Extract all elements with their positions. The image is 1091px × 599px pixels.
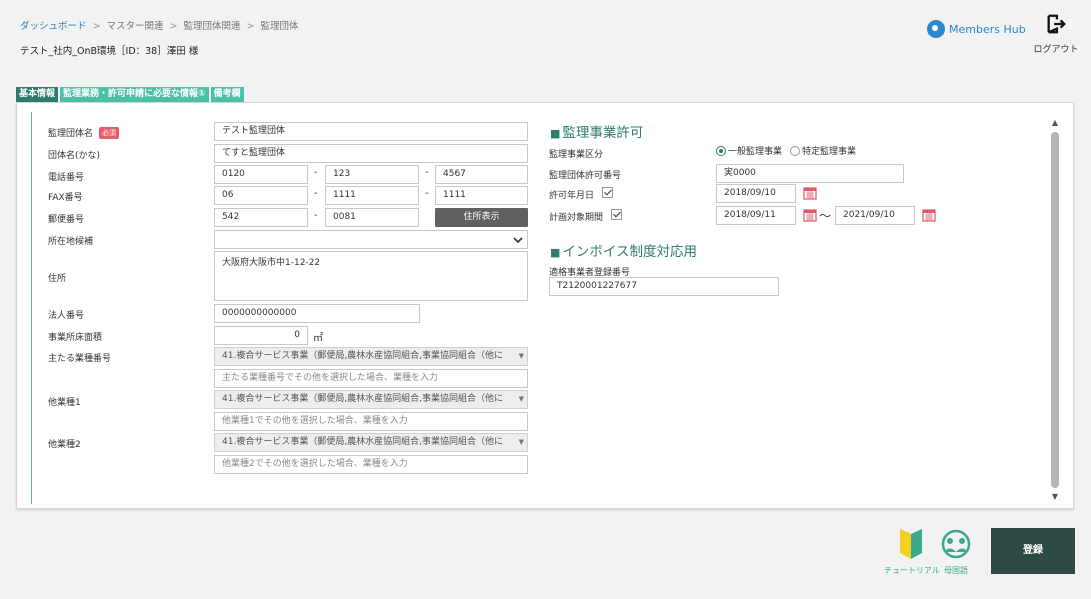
other-industry-1-value: 41.複合サービス事業（郵便局,農林水産協同組合,事業協同組合（他に xyxy=(222,394,504,404)
beginner-mark-icon xyxy=(900,529,922,559)
permit-date-input[interactable]: 2018/09/10 xyxy=(716,184,796,203)
org-name-input[interactable]: テスト監理団体 xyxy=(214,122,528,141)
phone-dash-2: - xyxy=(425,167,429,178)
fax-label: FAX番号 xyxy=(48,193,83,203)
other-industry-1-other-input[interactable]: 他業種1でその他を選択した場合、業種を入力 xyxy=(214,412,528,431)
calendar-icon[interactable] xyxy=(803,186,817,200)
scroll-down-arrow-icon[interactable]: ▼ xyxy=(1050,492,1060,502)
tutorial-label: チュートリアル xyxy=(884,566,940,575)
globe-people-icon xyxy=(941,529,971,559)
org-kana-input[interactable]: てすと監理団体 xyxy=(214,144,528,163)
calendar-icon[interactable] xyxy=(922,208,936,222)
breadcrumb-current: 監理団体 xyxy=(260,21,299,32)
form-panel: 監理団体名 必須 テスト監理団体 団体名(かな) てすと監理団体 電話番号 012… xyxy=(16,102,1074,509)
address-lookup-button[interactable]: 住所表示 xyxy=(435,208,528,227)
other-industry-2-value: 41.複合サービス事業（郵便局,農林水産協同組合,事業協同組合（他に xyxy=(222,437,504,447)
user-info: テスト_社内_OnB環境［ID：38］澤田 様 xyxy=(20,46,199,57)
org-name-label: 監理団体名 必須 xyxy=(48,126,120,139)
invoice-section-title: ■ インボイス制度対応用 xyxy=(550,244,698,260)
brand-logo: Members Hub xyxy=(927,20,1026,38)
required-badge: 必須 xyxy=(99,127,120,139)
caret-down-icon: ▼ xyxy=(518,438,524,446)
postal-input-1[interactable]: 542 xyxy=(214,208,308,227)
permit-date-checkbox[interactable] xyxy=(602,187,613,198)
plan-end-input[interactable]: 2021/09/10 xyxy=(835,206,915,225)
postal-label: 郵便番号 xyxy=(48,215,85,225)
corp-number-label: 法人番号 xyxy=(48,311,85,321)
breadcrumb: ダッシュボード > マスター関連 > 監理団体関連 > 監理団体 xyxy=(20,21,299,32)
section-square-icon: ■ xyxy=(550,127,561,140)
address-candidate-label: 所在地候補 xyxy=(48,237,94,247)
floor-area-unit: ㎡ xyxy=(313,333,323,344)
native-language-label: 母国語 xyxy=(944,566,968,575)
floor-area-input[interactable]: 0 xyxy=(214,326,308,345)
postal-dash: - xyxy=(314,210,318,221)
main-industry-select[interactable]: 41.複合サービス事業（郵便局,農林水産協同組合,事業協同組合（他に ▼ xyxy=(214,347,528,366)
main-industry-value: 41.複合サービス事業（郵便局,農林水産協同組合,事業協同組合（他に xyxy=(222,351,504,361)
corp-number-input[interactable]: 0000000000000 xyxy=(214,304,420,323)
fax-dash-2: - xyxy=(425,188,429,199)
invoice-number-input[interactable]: T2120001227677 xyxy=(549,277,779,296)
caret-down-icon: ▼ xyxy=(518,352,524,360)
tab-bar: 基本情報 監理業務・許可申請に必要な情報① 備考欄 xyxy=(16,87,244,102)
phone-input-2[interactable]: 123 xyxy=(325,165,419,184)
license-number-label: 監理団体許可番号 xyxy=(549,171,622,181)
period-separator: 〜 xyxy=(819,209,832,223)
radio-specific[interactable]: 特定監理事業 xyxy=(790,144,856,157)
other-industry-1-label: 他業種1 xyxy=(48,398,81,408)
license-section-title: ■ 監理事業許可 xyxy=(550,125,644,141)
phone-dash-1: - xyxy=(314,167,318,178)
phone-label: 電話番号 xyxy=(48,173,85,183)
logout-icon xyxy=(1047,14,1066,34)
license-number-input[interactable]: 実0000 xyxy=(716,164,904,183)
register-button[interactable]: 登録 xyxy=(991,528,1075,574)
breadcrumb-dashboard[interactable]: ダッシュボード xyxy=(20,21,87,32)
fax-input-3[interactable]: 1111 xyxy=(435,186,528,205)
scroll-up-arrow-icon[interactable]: ▲ xyxy=(1050,118,1060,128)
logout-button[interactable]: ログアウト xyxy=(1030,13,1082,55)
org-kana-label: 団体名(かな) xyxy=(48,151,101,161)
business-type-label: 監理事業区分 xyxy=(549,150,604,160)
other-industry-2-label: 他業種2 xyxy=(48,440,81,450)
radio-general[interactable]: 一般監理事業 xyxy=(716,144,782,157)
fax-dash-1: - xyxy=(314,188,318,199)
address-label: 住所 xyxy=(48,274,67,284)
caret-down-icon: ▼ xyxy=(518,395,524,403)
logout-label: ログアウト xyxy=(1033,45,1079,55)
other-industry-2-select[interactable]: 41.複合サービス事業（郵便局,農林水産協同組合,事業協同組合（他に ▼ xyxy=(214,433,528,452)
permit-date-label: 許可年月日 xyxy=(549,191,595,201)
accent-line xyxy=(31,112,32,504)
fax-input-1[interactable]: 06 xyxy=(214,186,308,205)
scrollbar[interactable]: ▲ ▼ xyxy=(1050,116,1060,502)
other-industry-2-other-input[interactable]: 他業種2でその他を選択した場合、業種を入力 xyxy=(214,455,528,474)
chevron-down-icon xyxy=(513,237,523,244)
tab-license-info[interactable]: 監理業務・許可申請に必要な情報① xyxy=(60,87,209,102)
radio-selected-icon xyxy=(716,145,726,156)
breadcrumb-org-related: 監理団体関連 xyxy=(183,21,241,32)
radio-unselected-icon xyxy=(790,145,800,156)
main-industry-other-input[interactable]: 主たる業種番号でその他を選択した場合、業種を入力 xyxy=(214,369,528,388)
scrollbar-thumb[interactable] xyxy=(1051,132,1059,488)
address-candidate-select[interactable] xyxy=(214,230,528,249)
plan-period-checkbox[interactable] xyxy=(611,209,622,220)
calendar-icon[interactable] xyxy=(803,208,817,222)
tab-basic-info[interactable]: 基本情報 xyxy=(16,87,59,102)
brand-name: Members Hub xyxy=(949,22,1026,36)
fax-input-2[interactable]: 1111 xyxy=(325,186,419,205)
plan-start-input[interactable]: 2018/09/11 xyxy=(716,206,796,225)
native-language-button[interactable]: 母国語 xyxy=(936,528,976,576)
address-textarea[interactable]: 大阪府大阪市中1-12-22 xyxy=(214,251,528,301)
main-industry-label: 主たる業種番号 xyxy=(48,354,112,364)
tab-remarks[interactable]: 備考欄 xyxy=(210,87,244,102)
section-square-icon: ■ xyxy=(550,246,561,259)
floor-area-label: 事業所床面積 xyxy=(48,333,103,343)
tutorial-button[interactable]: チュートリアル xyxy=(884,528,940,576)
plan-period-label: 計画対象期間 xyxy=(549,213,604,223)
phone-input-1[interactable]: 0120 xyxy=(214,165,308,184)
breadcrumb-master: マスター関連 xyxy=(106,21,164,32)
postal-input-2[interactable]: 0081 xyxy=(325,208,419,227)
members-hub-icon xyxy=(927,20,945,38)
other-industry-1-select[interactable]: 41.複合サービス事業（郵便局,農林水産協同組合,事業協同組合（他に ▼ xyxy=(214,390,528,409)
phone-input-3[interactable]: 4567 xyxy=(435,165,528,184)
